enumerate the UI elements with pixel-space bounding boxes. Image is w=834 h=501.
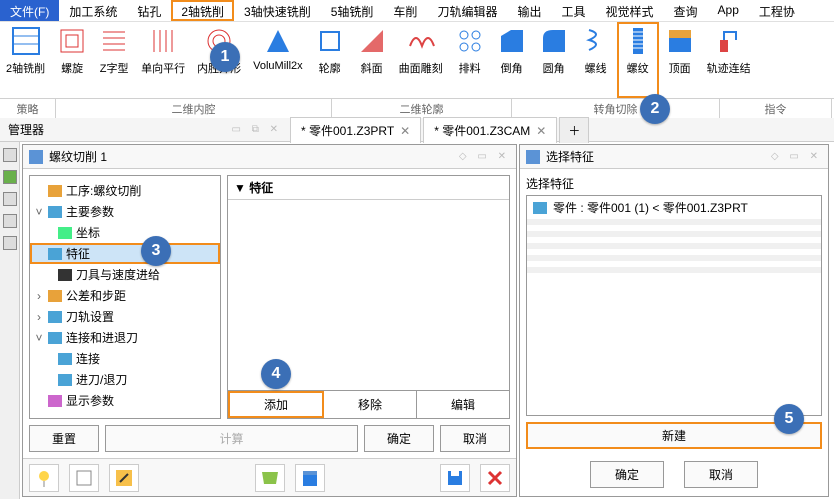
tab-part-cam[interactable]: * 零件001.Z3CAM✕ [423, 117, 557, 143]
document-tabs: 管理器 ▭ ⧉ ✕ * 零件001.Z3PRT✕ * 零件001.Z3CAM✕ … [0, 118, 834, 142]
feature-header[interactable]: ▼ 特征 [228, 176, 509, 200]
tool-icon[interactable] [29, 464, 59, 492]
menu-item[interactable]: 加工系统 [59, 0, 127, 21]
ribbon-thread[interactable]: 螺纹 [617, 22, 659, 98]
strip-icon[interactable] [3, 148, 17, 162]
remove-button[interactable]: 移除 [324, 391, 417, 418]
menu-item[interactable]: 输出 [507, 0, 551, 21]
ribbon-profile[interactable]: 轮廓 [309, 22, 351, 98]
ok-button[interactable]: 确定 [590, 461, 664, 488]
menu-item[interactable]: 5轴铣削 [321, 0, 384, 21]
tool-icon[interactable] [109, 464, 139, 492]
ribbon-top[interactable]: 顶面 [659, 22, 701, 98]
badge-4: 4 [261, 359, 291, 389]
strip-icon[interactable] [3, 192, 17, 206]
menu-item[interactable]: 工具 [551, 0, 595, 21]
badge-1: 1 [210, 42, 240, 72]
cancel-button[interactable]: 取消 [684, 461, 758, 488]
menu-bar: 文件(F) 加工系统 钻孔 2轴铣削 3轴快速铣削 5轴铣削 车削 刀轨编辑器 … [0, 0, 834, 22]
tree-node[interactable]: 进刀/退刀 [30, 369, 220, 390]
menu-item[interactable]: 查询 [664, 0, 708, 21]
panel-controls-icon[interactable]: ◇ ▭ ✕ [459, 151, 510, 162]
ribbon-ramp[interactable]: 斜面 [351, 22, 393, 98]
select-feature-label: 选择特征 [526, 175, 822, 192]
ribbon-group-labels: 策略 二维内腔 二维轮廓 转角切除 指令 [0, 98, 834, 118]
ribbon-fillet[interactable]: 圆角 [533, 22, 575, 98]
menu-item[interactable]: 刀轨编辑器 [427, 0, 507, 21]
menu-item[interactable]: 工程协 [749, 0, 805, 21]
edit-button[interactable]: 编辑 [417, 391, 509, 418]
ribbon-helix[interactable]: 螺线 [575, 22, 617, 98]
tree-node[interactable]: ›公差和步距 [30, 285, 220, 306]
ok-button[interactable]: 确定 [364, 425, 434, 452]
tree-node[interactable]: 连接 [30, 348, 220, 369]
panel-footer: 重置 计算 确定 取消 [23, 419, 516, 458]
reset-button[interactable]: 重置 [29, 425, 99, 452]
menu-item[interactable]: 车削 [383, 0, 427, 21]
operation-panel: 螺纹切削 1 ◇ ▭ ✕ 3 4 工序:螺纹切削 ˅主要参数 坐标 特征 刀具与… [22, 144, 517, 497]
save-icon[interactable] [440, 464, 470, 492]
ribbon-2axis-mill[interactable]: 2轴铣削 [0, 22, 51, 98]
cancel-button[interactable]: 取消 [440, 425, 510, 452]
manager-controls-icon[interactable]: ▭ ⧉ ✕ [231, 124, 282, 135]
ribbon: 1 2 /*icons are simple svgs below*/ 2轴铣削… [0, 22, 834, 98]
tool-icon[interactable] [255, 464, 285, 492]
panel-title: 选择特征 [546, 148, 771, 165]
add-button[interactable]: 添加 [228, 391, 324, 418]
ribbon-parallel[interactable]: 单向平行 [135, 22, 191, 98]
tree-node[interactable]: 工序:螺纹切削 [30, 180, 220, 201]
tree-node[interactable]: ˅主要参数 [30, 201, 220, 222]
toolbar [23, 458, 516, 496]
ribbon-nesting[interactable]: 排料 [449, 22, 491, 98]
strip-icon[interactable] [3, 214, 17, 228]
ribbon-chamfer[interactable]: 倒角 [491, 22, 533, 98]
tool-icon[interactable] [295, 464, 325, 492]
ribbon-spiral[interactable]: 螺旋 [51, 22, 93, 98]
left-strip [0, 142, 20, 499]
ribbon-volumill[interactable]: VoluMill2x [247, 22, 309, 98]
panel-controls-icon[interactable]: ◇ ▭ ✕ [771, 151, 822, 162]
feature-list[interactable]: 零件 : 零件001 (1) < 零件001.Z3PRT [526, 195, 822, 416]
select-feature-panel: 选择特征 ◇ ▭ ✕ 5 选择特征 零件 : 零件001 (1) < 零件001… [519, 144, 829, 497]
list-item[interactable]: 零件 : 零件001 (1) < 零件001.Z3PRT [527, 196, 821, 219]
tab-part-prt[interactable]: * 零件001.Z3PRT✕ [290, 117, 421, 143]
tool-icon[interactable] [69, 464, 99, 492]
delete-icon[interactable] [480, 464, 510, 492]
tab-add[interactable]: ＋ [559, 117, 589, 143]
menu-item[interactable]: 钻孔 [127, 0, 171, 21]
menu-item[interactable]: 3轴快速铣削 [234, 0, 321, 21]
panel-header: 螺纹切削 1 ◇ ▭ ✕ [23, 145, 516, 169]
part-icon [533, 202, 547, 214]
menu-item[interactable]: 视觉样式 [595, 0, 663, 21]
badge-2: 2 [640, 94, 670, 124]
tree-node[interactable]: ˅连接和进退刀 [30, 327, 220, 348]
close-icon[interactable]: ✕ [400, 124, 410, 138]
menu-file[interactable]: 文件(F) [0, 0, 59, 21]
strip-icon[interactable] [3, 236, 17, 250]
main-body: 螺纹切削 1 ◇ ▭ ✕ 3 4 工序:螺纹切削 ˅主要参数 坐标 特征 刀具与… [0, 142, 834, 499]
feature-icon [526, 150, 540, 164]
calc-button[interactable]: 计算 [105, 425, 358, 452]
tree-node-feature[interactable]: 特征 [30, 243, 220, 264]
badge-3: 3 [141, 236, 171, 266]
manager-label: 管理器 [8, 121, 231, 138]
ribbon-engrave[interactable]: 曲面雕刻 [393, 22, 449, 98]
close-icon[interactable]: ✕ [536, 124, 546, 138]
tree-node[interactable]: 刀具与速度进给 [30, 264, 220, 285]
panel-header: 选择特征 ◇ ▭ ✕ [520, 145, 828, 169]
tree-node[interactable]: 显示参数 [30, 390, 220, 411]
strip-icon[interactable] [3, 170, 17, 184]
tree-node[interactable]: 坐标 [30, 222, 220, 243]
operation-icon [29, 150, 43, 164]
tree-node[interactable]: ›刀轨设置 [30, 306, 220, 327]
ribbon-zigzag[interactable]: Z字型 [93, 22, 135, 98]
menu-2axis-mill[interactable]: 2轴铣削 [171, 0, 234, 21]
menu-item[interactable]: App [708, 0, 749, 21]
parameter-tree: 工序:螺纹切削 ˅主要参数 坐标 特征 刀具与速度进给 ›公差和步距 ›刀轨设置… [29, 175, 221, 419]
badge-5: 5 [774, 404, 804, 434]
ribbon-link[interactable]: 轨迹连结 [701, 22, 757, 98]
panel-title: 螺纹切削 1 [49, 148, 459, 165]
